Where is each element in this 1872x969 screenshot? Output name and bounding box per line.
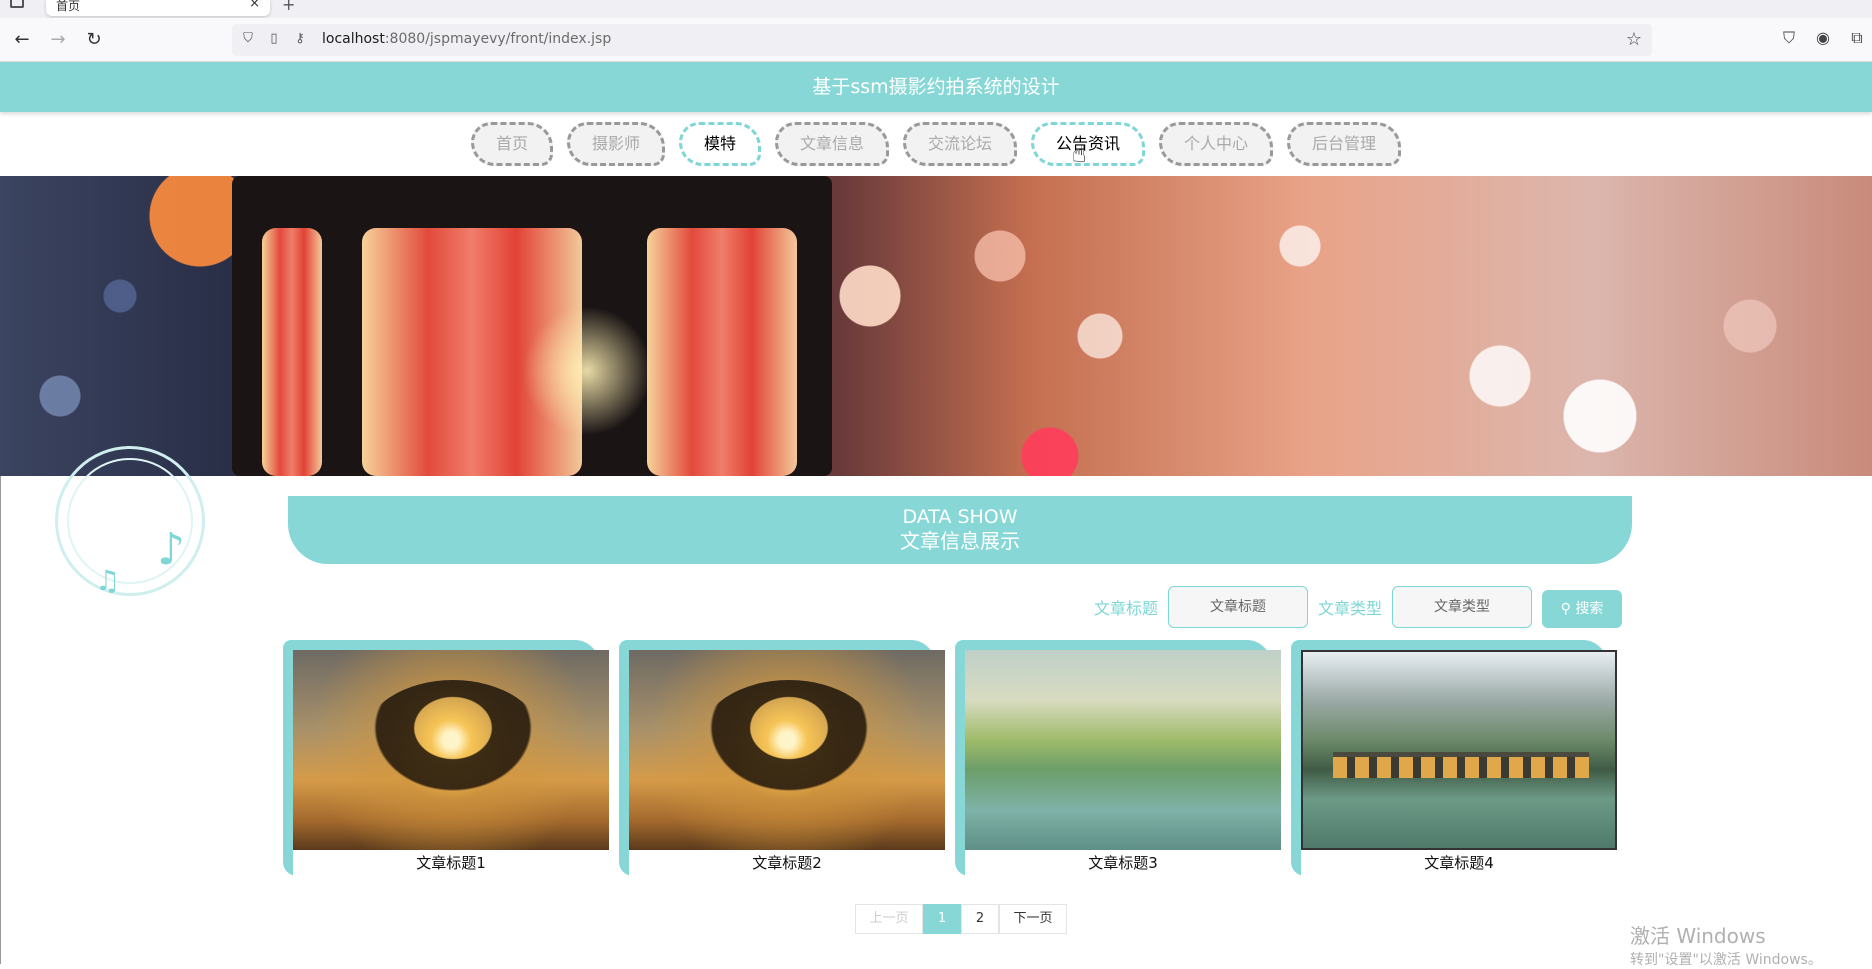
article-image-lake-painting[interactable]	[965, 650, 1281, 850]
lantern-image	[232, 176, 832, 476]
lantern-pane	[647, 228, 797, 476]
card-body: 文章标题4	[1301, 650, 1617, 876]
article-card[interactable]: 文章标题1	[283, 640, 619, 876]
bridge-arches	[1333, 752, 1589, 778]
article-title[interactable]: 文章标题2	[629, 852, 945, 873]
card-body: 文章标题2	[629, 650, 945, 876]
permissions-icon[interactable]: ⚷	[292, 31, 308, 47]
section-title: DATA SHOW 文章信息展示	[288, 496, 1632, 564]
browser-tabstrip: 首页 × +	[0, 0, 1872, 18]
section-title-en: DATA SHOW	[902, 506, 1018, 528]
card-body: 文章标题3	[965, 650, 1281, 876]
hero-banner	[0, 176, 1872, 476]
search-button[interactable]: ⚲ 搜索	[1542, 590, 1622, 628]
search-icon: ⚲	[1560, 601, 1576, 617]
reload-button[interactable]: ↻	[82, 28, 106, 52]
tree-silhouette	[363, 680, 543, 800]
url-host: localhost	[322, 31, 385, 47]
account-icon[interactable]: ◉	[1812, 28, 1834, 50]
article-card[interactable]: 文章标题2	[619, 640, 955, 876]
tree-silhouette	[699, 680, 879, 800]
url-path: :8080/jspmayevy/front/index.jsp	[384, 31, 612, 47]
page-2-button[interactable]: 2	[961, 904, 999, 934]
watermark-line2: 转到"设置"以激活 Windows。	[1630, 952, 1822, 968]
search-type-group: 文章类型 文章类型	[1318, 586, 1533, 628]
article-title[interactable]: 文章标题1	[293, 852, 609, 873]
forward-button[interactable]: →	[46, 28, 70, 52]
tab-close-icon[interactable]: ×	[249, 0, 260, 11]
next-page-button[interactable]: 下一页	[999, 904, 1067, 934]
music-note-icon: ♪	[157, 524, 186, 575]
browser-tab[interactable]: 首页 ×	[46, 0, 270, 16]
prev-page-button[interactable]: 上一页	[855, 904, 923, 934]
extensions-icon[interactable]: ⧉	[1846, 28, 1868, 50]
pagination: 上一页 1 2 下一页	[855, 904, 1067, 934]
page-icon[interactable]: ▯	[266, 31, 282, 47]
section-title-zh: 文章信息展示	[900, 529, 1020, 553]
pocket-icon[interactable]: ⛉	[1778, 28, 1800, 50]
type-label: 文章类型	[1318, 599, 1383, 618]
nav-articles[interactable]: 文章信息	[774, 122, 889, 166]
search-button-label: 搜索	[1575, 601, 1604, 617]
music-decoration: ♪ ♫	[55, 446, 205, 597]
tab-title: 首页	[56, 0, 81, 13]
shield-icon[interactable]: ⛉	[240, 31, 256, 47]
watermark-line1: 激活 Windows	[1630, 924, 1766, 948]
page-1-button[interactable]: 1	[923, 904, 961, 934]
nav-admin[interactable]: 后台管理	[1287, 122, 1402, 166]
article-image-sunset-tree[interactable]	[629, 650, 945, 850]
tab-list-icon[interactable]	[10, 0, 24, 8]
article-title[interactable]: 文章标题3	[965, 852, 1281, 873]
nav-personal-center[interactable]: 个人中心	[1159, 122, 1274, 166]
type-search-input[interactable]: 文章类型	[1392, 586, 1533, 628]
lantern-pane	[262, 228, 322, 476]
mouse-cursor-icon: ☝	[1072, 140, 1087, 168]
nav-home[interactable]: 首页	[470, 122, 553, 166]
title-search-input[interactable]: 文章标题	[1168, 586, 1309, 628]
bookmark-star-icon[interactable]: ☆	[1626, 29, 1642, 50]
new-tab-button[interactable]: +	[282, 0, 295, 14]
nav-forum[interactable]: 交流论坛	[903, 122, 1018, 166]
main-nav: 首页 摄影师 模特 文章信息 交流论坛 公告资讯 个人中心 后台管理	[0, 112, 1872, 176]
article-card[interactable]: 文章标题4	[1291, 640, 1627, 876]
url-text[interactable]: localhost:8080/jspmayevy/front/index.jsp	[322, 31, 611, 47]
back-button[interactable]: ←	[10, 28, 34, 52]
search-title-group: 文章标题 文章标题	[1094, 586, 1309, 628]
nav-model[interactable]: 模特	[678, 122, 761, 166]
card-body: 文章标题1	[293, 650, 609, 876]
site-title: 基于ssm摄影约拍系统的设计	[0, 62, 1872, 112]
article-card[interactable]: 文章标题3	[955, 640, 1291, 876]
address-bar[interactable]: ⛉ ▯ ⚷ localhost:8080/jspmayevy/front/ind…	[232, 24, 1652, 56]
page-border	[0, 476, 1, 964]
browser-toolbar: ← → ↻ ⛉ ▯ ⚷ localhost:8080/jspmayevy/fro…	[0, 18, 1872, 62]
lantern-glow	[522, 306, 652, 436]
article-image-stone-bridge[interactable]	[1301, 650, 1617, 850]
music-notes-icon: ♫	[95, 564, 121, 597]
title-label: 文章标题	[1094, 599, 1159, 618]
nav-photographer[interactable]: 摄影师	[566, 122, 665, 166]
article-image-sunset-tree[interactable]	[293, 650, 609, 850]
article-title[interactable]: 文章标题4	[1301, 852, 1617, 873]
windows-activation-watermark: 激活 Windows 转到"设置"以激活 Windows。	[1630, 920, 1822, 969]
search-button-group: ⚲ 搜索	[1542, 588, 1622, 630]
nav-announcements[interactable]: 公告资讯	[1031, 122, 1146, 166]
